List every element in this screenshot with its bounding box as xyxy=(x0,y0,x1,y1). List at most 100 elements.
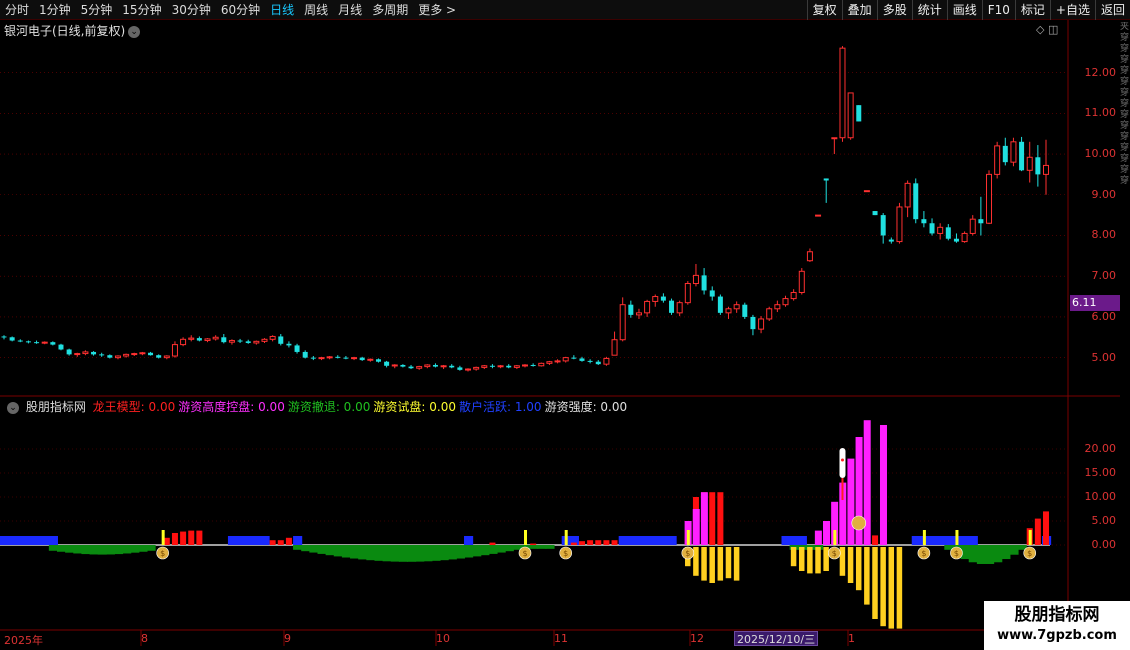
candle-body xyxy=(351,357,358,360)
indicator-bar-control xyxy=(847,458,855,545)
indicator-tick: 0.00 xyxy=(1091,538,1117,551)
signal-marker xyxy=(833,530,837,545)
indicator-bar-retreat xyxy=(985,545,995,564)
candle-body xyxy=(863,190,870,193)
indicator-bar-test xyxy=(790,547,797,567)
candle-body xyxy=(171,344,178,357)
chevron-down-icon[interactable]: ⌄ xyxy=(7,401,19,414)
indicator-bar-retreat xyxy=(89,545,99,555)
indicator-bar-dragon xyxy=(709,492,716,545)
indicator-bar-test xyxy=(823,547,829,571)
candle-body xyxy=(245,341,251,343)
candle-body xyxy=(335,356,341,358)
indicator-bar-test xyxy=(872,547,878,619)
candle-body xyxy=(310,357,316,359)
candle-body xyxy=(302,351,308,358)
indicator-bar-retreat xyxy=(423,545,433,562)
indicator-title[interactable]: ⌄ 股朋指标网 龙王模型: 0.00 游资高度控盘: 0.00 游资撤退: 0.00… xyxy=(4,398,633,415)
indicator-bar-test xyxy=(888,547,895,629)
candle-body xyxy=(34,342,40,344)
candle-body xyxy=(945,227,951,239)
indicator-bar-test xyxy=(864,547,870,605)
indicator-bar-test xyxy=(725,547,732,579)
candle-body xyxy=(815,214,822,217)
candle-body xyxy=(823,178,829,181)
indicator-bar-retreat xyxy=(374,545,384,561)
indicator-tick: 10.00 xyxy=(1084,490,1117,503)
candle-body xyxy=(449,365,455,368)
candle-body xyxy=(212,336,219,340)
candle-body xyxy=(774,304,781,310)
indicator-bar-retreat xyxy=(333,545,343,557)
candle-body xyxy=(513,365,520,368)
cursor-date-badge: 2025/12/10/三 xyxy=(734,631,819,646)
indicator-bar-control xyxy=(700,492,708,545)
candle-body xyxy=(375,359,381,362)
signal-marker xyxy=(161,530,165,545)
indicator-bar-dragon xyxy=(277,540,284,545)
signal-marker xyxy=(686,530,690,545)
indicator-bar-retail xyxy=(252,536,262,545)
candle-body xyxy=(148,352,154,356)
indicator-bar-retail xyxy=(626,536,636,545)
candle-body xyxy=(17,340,23,342)
indicator-bar-dragon xyxy=(269,540,276,545)
indicator-bar-dragon xyxy=(489,542,496,545)
candle-body xyxy=(489,365,495,367)
candle-body xyxy=(847,92,854,139)
indicator-bar-retreat xyxy=(105,545,115,555)
indicator-bar-retail xyxy=(968,536,978,545)
candle-body xyxy=(367,358,374,361)
candle-body xyxy=(571,357,577,359)
indicator-bar-test xyxy=(709,547,715,583)
candle-body xyxy=(400,364,406,367)
indicator-bar-retreat xyxy=(1001,545,1011,560)
indicator-bar-dragon xyxy=(595,540,602,545)
candle-body xyxy=(318,357,325,360)
indicator-bar-test xyxy=(807,547,813,574)
indicator-bar-retreat xyxy=(122,545,132,554)
indicator-bar-control xyxy=(879,425,887,545)
candle-body xyxy=(913,183,919,220)
candle-body xyxy=(391,364,398,367)
candle-body xyxy=(725,308,732,314)
candle-body xyxy=(880,215,886,236)
money-bag-icon xyxy=(851,515,867,531)
candle-body xyxy=(1043,164,1049,175)
indicator-bar-retreat xyxy=(382,545,392,562)
price-tick: 6.00 xyxy=(1091,309,1117,323)
candle-body xyxy=(131,353,138,356)
candle-body xyxy=(522,364,528,367)
candle-body xyxy=(888,239,894,242)
candle-body xyxy=(782,298,789,306)
indicator-bar-retail xyxy=(260,536,270,545)
money-bag-glyph: $ xyxy=(563,549,568,558)
candle-body xyxy=(440,365,447,368)
indicator-bar-retail xyxy=(911,536,921,545)
candle-body xyxy=(969,218,976,234)
candle-body xyxy=(717,296,723,313)
candle-body xyxy=(269,335,276,340)
indicator-bar-test xyxy=(896,547,903,629)
indicator-tick: 5.00 xyxy=(1091,514,1117,527)
candle-body xyxy=(41,341,48,344)
indicator-bar-retreat xyxy=(130,545,140,553)
candle-body xyxy=(684,283,691,304)
candle-body xyxy=(692,274,699,285)
indicator-bar-retreat xyxy=(464,545,474,558)
candle-body xyxy=(424,364,431,368)
time-tick: 9 xyxy=(284,632,291,645)
candle-body xyxy=(221,337,227,343)
candle-body xyxy=(457,367,463,370)
candle-body xyxy=(766,308,773,320)
indicator-bar-retail xyxy=(16,536,26,545)
time-tick: 8 xyxy=(141,632,148,645)
kline-chart[interactable]: $ $ $ $ $ $ $ $ xyxy=(0,0,1130,650)
indicator-bar-retail xyxy=(618,536,628,545)
indicator-bar-retreat xyxy=(390,545,400,562)
price-tick: 5.00 xyxy=(1091,350,1117,364)
candle-body xyxy=(538,362,545,367)
indicator-bar-retreat xyxy=(317,545,327,554)
candle-body xyxy=(1019,141,1025,171)
candle-body xyxy=(806,251,813,262)
